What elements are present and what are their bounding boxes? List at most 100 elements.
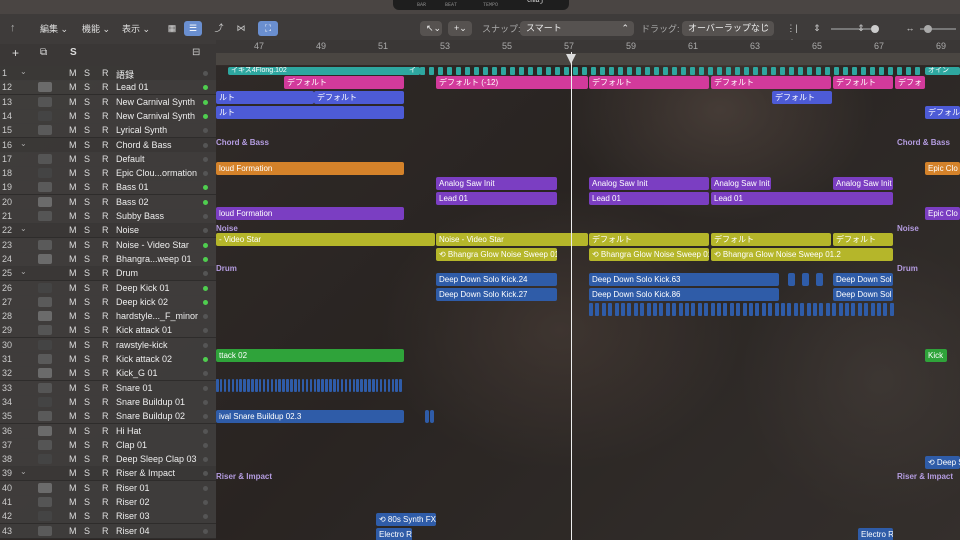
record-button[interactable]: R (102, 454, 109, 464)
solo-button[interactable]: S (84, 140, 90, 150)
region-slice[interactable] (290, 379, 293, 392)
solo-button[interactable]: S (84, 97, 90, 107)
mute-button[interactable]: M (69, 311, 77, 321)
region-segments[interactable] (589, 303, 894, 316)
region-slice[interactable] (780, 67, 785, 75)
solo-button[interactable]: S (84, 468, 90, 478)
region-slice[interactable] (742, 303, 747, 316)
region-slice[interactable] (317, 379, 320, 392)
mute-button[interactable]: M (69, 111, 77, 121)
region-slice[interactable] (678, 303, 683, 316)
region-slice[interactable] (897, 67, 902, 75)
mute-button[interactable]: M (69, 526, 77, 536)
solo-button[interactable]: S (84, 426, 90, 436)
region-slice[interactable] (726, 67, 731, 75)
region[interactable] (816, 273, 823, 286)
solo-button[interactable]: S (84, 440, 90, 450)
mute-button[interactable]: M (69, 411, 77, 421)
region-slice[interactable] (262, 379, 266, 392)
region-slice[interactable] (653, 303, 657, 316)
track-header-row[interactable]: 38 M S R Deep Sleep Clap 03 (0, 452, 216, 468)
region[interactable]: ⟲ Bhangra Glow Noise Sweep 01 (436, 248, 557, 261)
region-slice[interactable] (762, 67, 767, 75)
region[interactable]: ival Snare Buildup 02.3 (216, 410, 404, 423)
region-segments[interactable] (216, 379, 406, 392)
record-button[interactable]: R (102, 340, 109, 350)
region[interactable]: Lead 01 (711, 192, 893, 205)
region-slice[interactable] (861, 67, 866, 75)
region-slice[interactable] (672, 303, 677, 316)
track-header-row[interactable]: 16 ⌄ M S R Chord & Bass (0, 137, 216, 153)
solo-button[interactable]: S (84, 511, 90, 521)
track-name[interactable]: Kick_G 01 (116, 368, 158, 378)
region-slice[interactable] (313, 379, 317, 392)
solo-button[interactable]: S (84, 497, 90, 507)
playhead[interactable] (571, 52, 572, 540)
track-name[interactable]: Riser 04 (116, 526, 150, 536)
mute-button[interactable]: M (69, 240, 77, 250)
track-header-row[interactable]: 15 M S R Lyrical Synth (0, 123, 216, 139)
region-slice[interactable] (614, 303, 619, 316)
mute-button[interactable]: M (69, 368, 77, 378)
region-slice[interactable] (352, 379, 356, 392)
region[interactable]: ⟲ Bhangra Glow Noise Sweep 01.2 (711, 248, 893, 261)
region-slice[interactable] (519, 67, 524, 75)
record-button[interactable]: R (102, 426, 109, 436)
track-name[interactable]: Deep Sleep Clap 03 (116, 454, 197, 464)
region-slice[interactable] (301, 379, 305, 392)
track-name[interactable]: Riser & Impact (116, 468, 175, 478)
solo-button[interactable]: S (84, 268, 90, 278)
record-button[interactable]: R (102, 497, 109, 507)
region-slice[interactable] (336, 379, 340, 392)
record-button[interactable]: R (102, 254, 109, 264)
region-slice[interactable] (456, 67, 461, 75)
region-slice[interactable] (600, 67, 605, 75)
region[interactable]: Deep Down Sol (833, 273, 893, 286)
track-header-row[interactable]: 18 M S R Epic Clou...ormation (0, 166, 216, 182)
mute-button[interactable]: M (69, 354, 77, 364)
region-slice[interactable] (591, 67, 596, 75)
region-slice[interactable] (672, 67, 677, 75)
region[interactable]: Lead 01 (436, 192, 557, 205)
horizontal-zoom-icon[interactable]: ↔ (904, 21, 916, 36)
track-header-row[interactable]: 21 M S R Subby Bass (0, 209, 216, 224)
region-slice[interactable] (832, 303, 837, 316)
mute-button[interactable]: M (69, 383, 77, 393)
region-slice[interactable] (429, 67, 434, 75)
region-slice[interactable] (708, 67, 713, 75)
record-button[interactable]: R (102, 154, 109, 164)
track-name[interactable]: Chord & Bass (116, 140, 172, 150)
record-button[interactable]: R (102, 68, 109, 78)
region-slice[interactable] (239, 379, 242, 392)
region-slice[interactable] (219, 379, 223, 392)
region[interactable]: Analog Saw Init (589, 177, 709, 190)
region-slice[interactable] (608, 303, 613, 316)
region-slice[interactable] (573, 67, 578, 75)
region-slice[interactable] (771, 67, 776, 75)
region-slice[interactable] (906, 67, 911, 75)
region-slice[interactable] (528, 67, 533, 75)
mute-button[interactable]: M (69, 154, 77, 164)
region-slice[interactable] (278, 379, 281, 392)
region-slice[interactable] (870, 67, 875, 75)
region-slice[interactable] (704, 303, 709, 316)
track-header-row[interactable]: 39 ⌄ M S R Riser & Impact (0, 466, 216, 482)
region[interactable]: Analog Saw Init (711, 177, 771, 190)
solo-button[interactable]: S (84, 225, 90, 235)
track-height-icon[interactable]: ⇕ (856, 21, 866, 36)
region-slice[interactable] (595, 303, 600, 316)
region-slice[interactable] (659, 303, 664, 316)
region-slice[interactable] (636, 67, 641, 75)
region[interactable]: ルト (216, 91, 314, 104)
arrange-area[interactable]: イキス4Flong.102 イ オイン デフォルト デフォルト (-12) デフ… (216, 66, 960, 540)
add-track-button[interactable]: + (12, 46, 19, 60)
region-slice[interactable] (274, 379, 278, 392)
vertical-zoom-icon[interactable]: ⇕ (810, 21, 824, 36)
record-button[interactable]: R (102, 268, 109, 278)
region-slice[interactable] (755, 303, 760, 316)
horizontal-zoom-slider[interactable] (918, 21, 958, 36)
region-slice[interactable] (329, 379, 332, 392)
lcd-display[interactable]: BAR BEAT TEMPO Cmaj (393, 0, 569, 10)
region-slice[interactable] (813, 303, 817, 316)
region-slice[interactable] (640, 303, 645, 316)
